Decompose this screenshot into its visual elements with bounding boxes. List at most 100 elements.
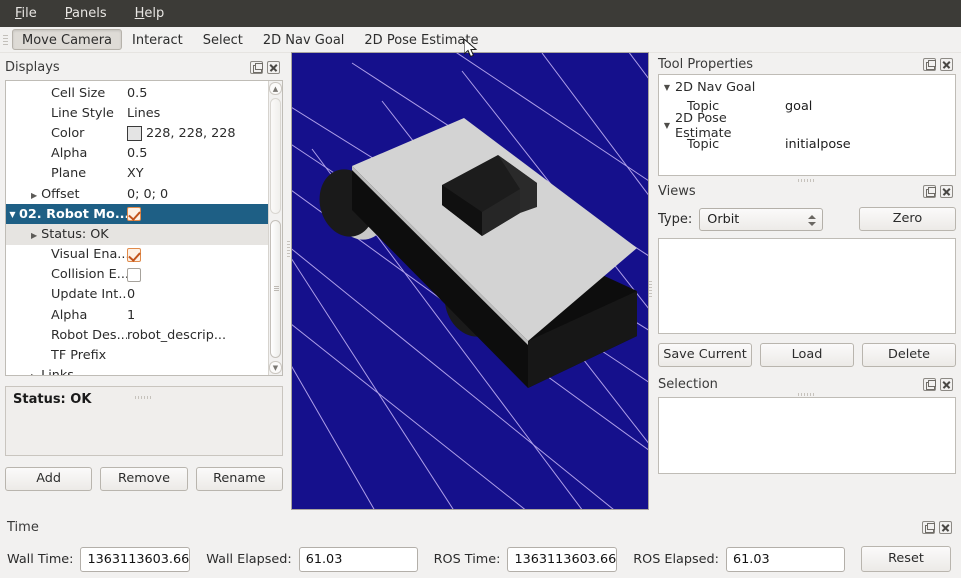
rename-button[interactable]: Rename xyxy=(195,467,283,491)
float-icon[interactable] xyxy=(922,521,935,534)
tool-properties-tree[interactable]: ▼ 2D Nav Goal Topic goal ▼ 2D Pose Estim… xyxy=(658,74,956,176)
load-button[interactable]: Load xyxy=(760,343,854,367)
ros-time-input[interactable]: 1363113603.66 xyxy=(507,546,618,572)
scroll-track-upper xyxy=(270,98,281,215)
tool-property-value: initialpose xyxy=(785,137,851,152)
reset-button[interactable]: Reset xyxy=(860,546,951,572)
render-view-3d[interactable] xyxy=(291,52,649,510)
rviz-window: File Panels Help Move Camera Interact Se… xyxy=(0,0,961,578)
wall-elapsed-input[interactable]: 61.03 xyxy=(298,546,418,572)
left-splitter[interactable] xyxy=(286,230,290,270)
collapse-arrow-icon[interactable]: ▼ xyxy=(6,210,19,219)
tool-2d-pose-estimate[interactable]: 2D Pose Estimate xyxy=(354,29,488,50)
tree-value: 228, 228, 228 xyxy=(146,125,236,141)
collision-enabled-checkbox[interactable] xyxy=(127,267,141,282)
color-swatch[interactable] xyxy=(127,125,142,141)
tree-row-offset[interactable]: ▶ ▶ Offset 0; 0; 0 xyxy=(6,184,268,204)
tool-views-splitter[interactable] xyxy=(658,178,956,183)
tree-row-alpha[interactable]: ▶ Alpha 0.5 xyxy=(6,144,268,164)
menu-item-help[interactable]: Help xyxy=(132,4,168,23)
menu-item-panels[interactable]: Panels xyxy=(62,4,110,23)
toolbar-grip-handle[interactable] xyxy=(1,30,10,50)
viewport-canvas[interactable] xyxy=(292,53,649,510)
tree-label: Robot Des... xyxy=(51,327,127,343)
views-title: Views xyxy=(658,184,696,199)
tool-group-label: 2D Pose Estimate xyxy=(675,110,732,141)
tree-row-alpha-robot[interactable]: ▶ Alpha 1 xyxy=(6,305,268,325)
tree-label: Collision E... xyxy=(51,267,127,283)
displays-tree[interactable]: ▶ Cell Size 0.5 ▶ Line Style Lines ▶ Col… xyxy=(6,81,268,375)
tree-row-links[interactable]: ▶ ▶ Links xyxy=(6,366,268,375)
float-icon[interactable] xyxy=(923,185,936,198)
collapse-arrow-icon[interactable]: ▼ xyxy=(659,121,675,130)
wall-time-input[interactable]: 1363113603.66 xyxy=(80,546,191,572)
expand-arrow-icon[interactable]: ▶ xyxy=(19,231,37,240)
scroll-down-arrow-icon[interactable]: ▼ xyxy=(269,361,282,374)
selection-list[interactable] xyxy=(658,397,956,474)
views-list[interactable] xyxy=(658,238,956,334)
tree-label: Color xyxy=(51,125,85,141)
tool-group-nav-goal[interactable]: ▼ 2D Nav Goal xyxy=(659,78,955,97)
scroll-thumb[interactable] xyxy=(270,220,281,358)
tool-group-pose-estimate[interactable]: ▼ 2D Pose Estimate xyxy=(659,111,955,141)
tree-row-status[interactable]: ▶ ▶ Status: OK xyxy=(6,224,268,245)
tool-2d-nav-goal[interactable]: 2D Nav Goal xyxy=(253,29,355,50)
displays-title-bar: Displays xyxy=(5,58,283,77)
tree-row-plane[interactable]: ▶ Plane XY xyxy=(6,164,268,184)
tree-value: 0; 0; 0 xyxy=(127,186,169,202)
tree-row-collision-enabled[interactable]: ▶ Collision E... xyxy=(6,265,268,285)
close-icon[interactable] xyxy=(940,378,953,391)
collapse-arrow-icon[interactable]: ▼ xyxy=(659,83,675,92)
close-icon[interactable] xyxy=(267,61,280,74)
visibility-checkbox[interactable] xyxy=(127,207,141,222)
displays-title: Displays xyxy=(5,60,60,75)
tree-label: Line Style xyxy=(51,105,114,121)
close-icon[interactable] xyxy=(940,185,953,198)
tree-label: Plane xyxy=(51,166,87,182)
scroll-up-arrow-icon[interactable]: ▲ xyxy=(269,82,282,95)
tree-row-cell-size[interactable]: ▶ Cell Size 0.5 xyxy=(6,83,268,103)
tree-row-tf-prefix[interactable]: ▶ TF Prefix xyxy=(6,345,268,365)
views-type-row: Type: Orbit Zero xyxy=(658,207,956,231)
add-button[interactable]: Add xyxy=(5,467,93,491)
displays-splitter[interactable] xyxy=(5,395,283,400)
tree-row-line-style[interactable]: ▶ Line Style Lines xyxy=(6,103,268,123)
zero-button[interactable]: Zero xyxy=(859,207,956,231)
tree-label: 02. Robot Mo... xyxy=(19,206,127,222)
remove-button[interactable]: Remove xyxy=(100,467,188,491)
displays-scrollbar[interactable]: ▲ ▼ xyxy=(268,81,282,375)
wall-time-label: Wall Time: xyxy=(7,551,74,567)
expand-arrow-icon[interactable]: ▶ xyxy=(19,191,37,200)
views-panel: Views Type: Orbit Zero Save Current Load… xyxy=(653,182,961,367)
delete-button[interactable]: Delete xyxy=(862,343,956,367)
ros-elapsed-input[interactable]: 61.03 xyxy=(725,546,845,572)
tool-interact[interactable]: Interact xyxy=(122,29,193,50)
time-fields-row: Wall Time: 1363113603.66 Wall Elapsed: 6… xyxy=(7,546,955,572)
tree-row-color[interactable]: ▶ Color 228, 228, 228 xyxy=(6,123,268,143)
save-current-button[interactable]: Save Current xyxy=(658,343,752,367)
tree-label: Alpha xyxy=(51,307,88,323)
expand-arrow-icon[interactable]: ▶ xyxy=(19,372,37,375)
visual-enabled-checkbox[interactable] xyxy=(127,247,141,262)
tree-row-visual-enabled[interactable]: ▶ Visual Ena... xyxy=(6,245,268,265)
menu-item-file[interactable]: File xyxy=(12,4,40,23)
close-icon[interactable] xyxy=(939,521,952,534)
tool-row-pose-estimate-topic[interactable]: Topic initialpose xyxy=(659,135,955,154)
tree-row-robot-model[interactable]: ▼ 02. Robot Mo... xyxy=(6,204,268,225)
float-icon[interactable] xyxy=(923,378,936,391)
tool-group-label: 2D Nav Goal xyxy=(675,80,756,95)
tree-row-robot-description[interactable]: ▶ Robot Des... robot_descrip... xyxy=(6,325,268,345)
tree-row-update-interval[interactable]: ▶ Update Int... 0 xyxy=(6,285,268,305)
spinner-arrows-icon[interactable] xyxy=(807,211,816,230)
tree-value: XY xyxy=(127,166,144,182)
view-type-select[interactable]: Orbit xyxy=(699,207,824,231)
views-selection-splitter[interactable] xyxy=(658,392,956,397)
scroll-track[interactable] xyxy=(269,96,282,360)
close-icon[interactable] xyxy=(940,58,953,71)
tool-select[interactable]: Select xyxy=(193,29,253,50)
time-title-bar: Time xyxy=(7,518,955,537)
float-icon[interactable] xyxy=(250,61,263,74)
tool-move-camera[interactable]: Move Camera xyxy=(12,29,123,50)
float-icon[interactable] xyxy=(923,58,936,71)
tree-value: 1 xyxy=(127,307,136,323)
